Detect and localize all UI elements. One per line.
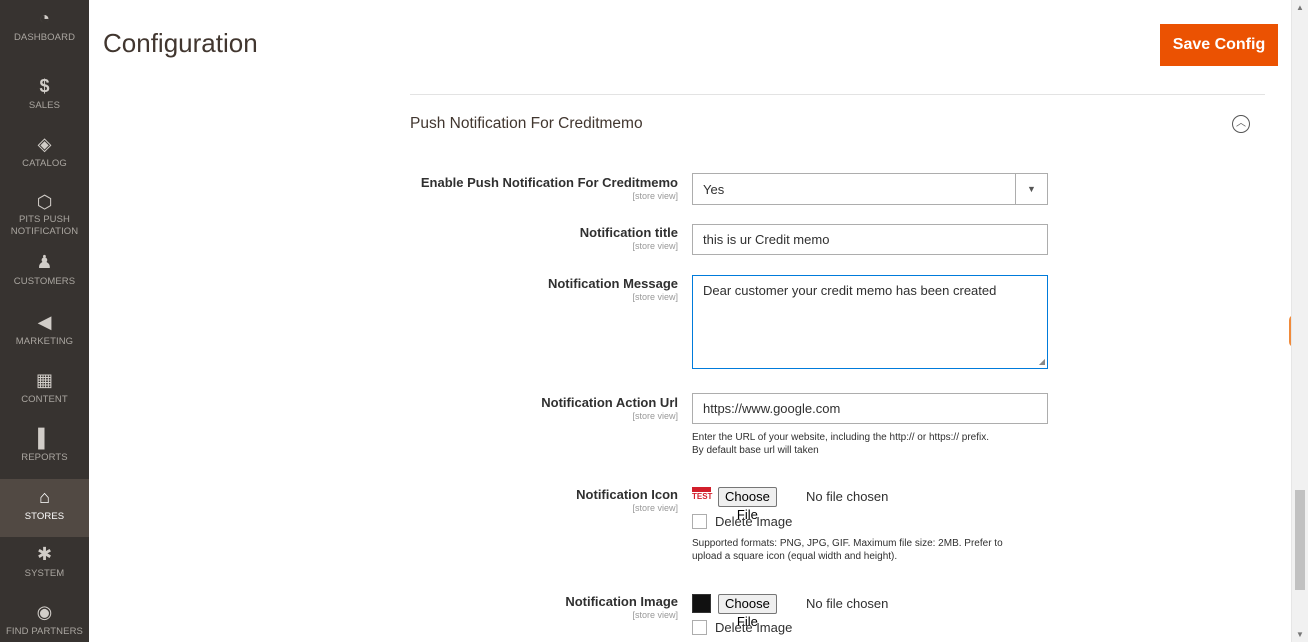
enable-field-label: Enable Push Notification For Creditmemo …	[421, 175, 678, 201]
page-scrollbar[interactable]: ▲ ▼	[1291, 0, 1308, 642]
bar-chart-icon: ▌	[38, 428, 51, 448]
icon-choose-file-button[interactable]: Choose File	[718, 487, 777, 522]
nav-content[interactable]: ▦ CONTENT	[0, 370, 89, 410]
nav-pits-push-notification[interactable]: ⬡ PITS PUSH NOTIFICATION	[0, 192, 89, 244]
image-file-status: No file chosen	[806, 596, 889, 611]
nav-dashboard-label: DASHBOARD	[13, 32, 76, 43]
icon-scope: [store view]	[632, 503, 678, 513]
store-icon: ⌂	[39, 487, 50, 507]
icon-delete-label[interactable]: Delete Image	[715, 514, 792, 529]
notification-message-textarea[interactable]: Dear customer your credit memo has been …	[692, 275, 1048, 369]
scrollbar-thumb[interactable]	[1295, 490, 1305, 590]
nav-find-partners-label: FIND PARTNERS	[6, 626, 83, 637]
enable-scope: [store view]	[632, 191, 678, 201]
nav-stores-label: STORES	[24, 511, 65, 522]
image-thumbnail	[692, 594, 711, 613]
action-url-input[interactable]	[692, 393, 1048, 424]
title-label-text: Notification title	[579, 225, 678, 240]
dashboard-icon: ◔	[39, 8, 50, 28]
action-url-field-label: Notification Action Url [store view]	[541, 395, 678, 421]
image-scope: [store view]	[632, 610, 678, 620]
icon-label-text: Notification Icon	[576, 487, 678, 502]
box-icon: ◈	[37, 134, 52, 154]
chevron-up-circle-icon[interactable]: ︿	[1232, 115, 1250, 133]
image-delete-checkbox[interactable]	[692, 620, 707, 635]
icon-note: Supported formats: PNG, JPG, GIF. Maximu…	[692, 537, 1062, 563]
nav-catalog-label: CATALOG	[22, 158, 67, 169]
nav-catalog[interactable]: ◈ CATALOG	[0, 134, 89, 174]
icon-thumbnail: TEST	[692, 487, 712, 506]
page-header: Configuration Save Config	[89, 0, 1291, 90]
image-field-label: Notification Image [store view]	[565, 594, 678, 620]
icon-delete-checkbox[interactable]	[692, 514, 707, 529]
message-field-label: Notification Message [store view]	[548, 276, 678, 302]
nav-stores[interactable]: ⌂ STORES	[0, 479, 89, 537]
action-url-note-line2: By default base url will taken	[692, 445, 819, 456]
nav-sales-label: SALES	[28, 100, 61, 111]
nav-marketing[interactable]: ◀ MARKETING	[0, 312, 89, 352]
save-config-button[interactable]: Save Config	[1160, 24, 1278, 66]
nav-customers[interactable]: ♟ CUSTOMERS	[0, 252, 89, 292]
icon-file-status: No file chosen	[806, 489, 889, 504]
nav-dashboard[interactable]: ◔ DASHBOARD	[0, 8, 89, 60]
chevron-down-icon: ▼	[1015, 174, 1047, 204]
title-field-label: Notification title [store view]	[580, 225, 678, 251]
action-url-label-text: Notification Action Url	[541, 395, 678, 410]
page-title: Configuration	[103, 28, 258, 58]
image-label-text: Notification Image	[565, 594, 678, 609]
enable-select[interactable]: Yes ▼	[692, 173, 1048, 205]
megaphone-icon: ◀	[37, 312, 52, 332]
image-choose-file-button[interactable]: Choose File	[718, 594, 777, 629]
partners-icon: ◉	[36, 602, 53, 622]
nav-pits-push-label: PITS PUSH	[18, 214, 71, 225]
hexagon-icon: ⬡	[36, 192, 53, 212]
action-url-note: Enter the URL of your website, including…	[692, 431, 1062, 457]
nav-notification-label: NOTIFICATION	[10, 226, 79, 237]
message-scope: [store view]	[632, 292, 678, 302]
message-text: Dear customer your credit memo has been …	[703, 283, 997, 298]
person-icon: ♟	[36, 252, 53, 272]
nav-system-label: SYSTEM	[24, 568, 65, 579]
action-url-note-line1: Enter the URL of your website, including…	[692, 432, 990, 443]
nav-content-label: CONTENT	[21, 394, 68, 405]
resize-handle-icon[interactable]: ◢	[1039, 357, 1045, 366]
icon-field-label: Notification Icon [store view]	[576, 487, 678, 513]
nav-sales[interactable]: $ SALES	[0, 76, 89, 116]
image-delete-label[interactable]: Delete Image	[715, 620, 792, 635]
dollar-icon: $	[39, 76, 50, 96]
enable-select-value: Yes	[703, 182, 725, 197]
action-url-scope: [store view]	[632, 411, 678, 421]
message-label-text: Notification Message	[547, 276, 678, 291]
section-title[interactable]: Push Notification For Creditmemo	[410, 115, 643, 133]
admin-sidebar: ◔ DASHBOARD $ SALES ◈ CATALOG ⬡ PITS PUS…	[0, 0, 89, 642]
enable-label-text: Enable Push Notification For Creditmemo	[420, 175, 678, 190]
layout-icon: ▦	[35, 370, 53, 390]
title-scope: [store view]	[632, 241, 678, 251]
nav-customers-label: CUSTOMERS	[13, 276, 76, 287]
section-divider	[410, 94, 1265, 95]
scroll-up-arrow-icon[interactable]: ▲	[1296, 3, 1304, 12]
nav-reports[interactable]: ▌ REPORTS	[0, 428, 89, 468]
gear-icon: ✱	[36, 544, 53, 564]
nav-reports-label: REPORTS	[21, 452, 68, 463]
scroll-down-arrow-icon[interactable]: ▼	[1296, 630, 1304, 639]
nav-find-partners[interactable]: ◉ FIND PARTNERS	[0, 602, 89, 642]
nav-system[interactable]: ✱ SYSTEM	[0, 544, 89, 584]
notification-title-input[interactable]	[692, 224, 1048, 255]
nav-marketing-label: MARKETING	[15, 336, 74, 347]
icon-note-line1: Supported formats: PNG, JPG, GIF. Maximu…	[692, 538, 1003, 549]
icon-note-line2: upload a square icon (equal width and he…	[692, 551, 898, 562]
